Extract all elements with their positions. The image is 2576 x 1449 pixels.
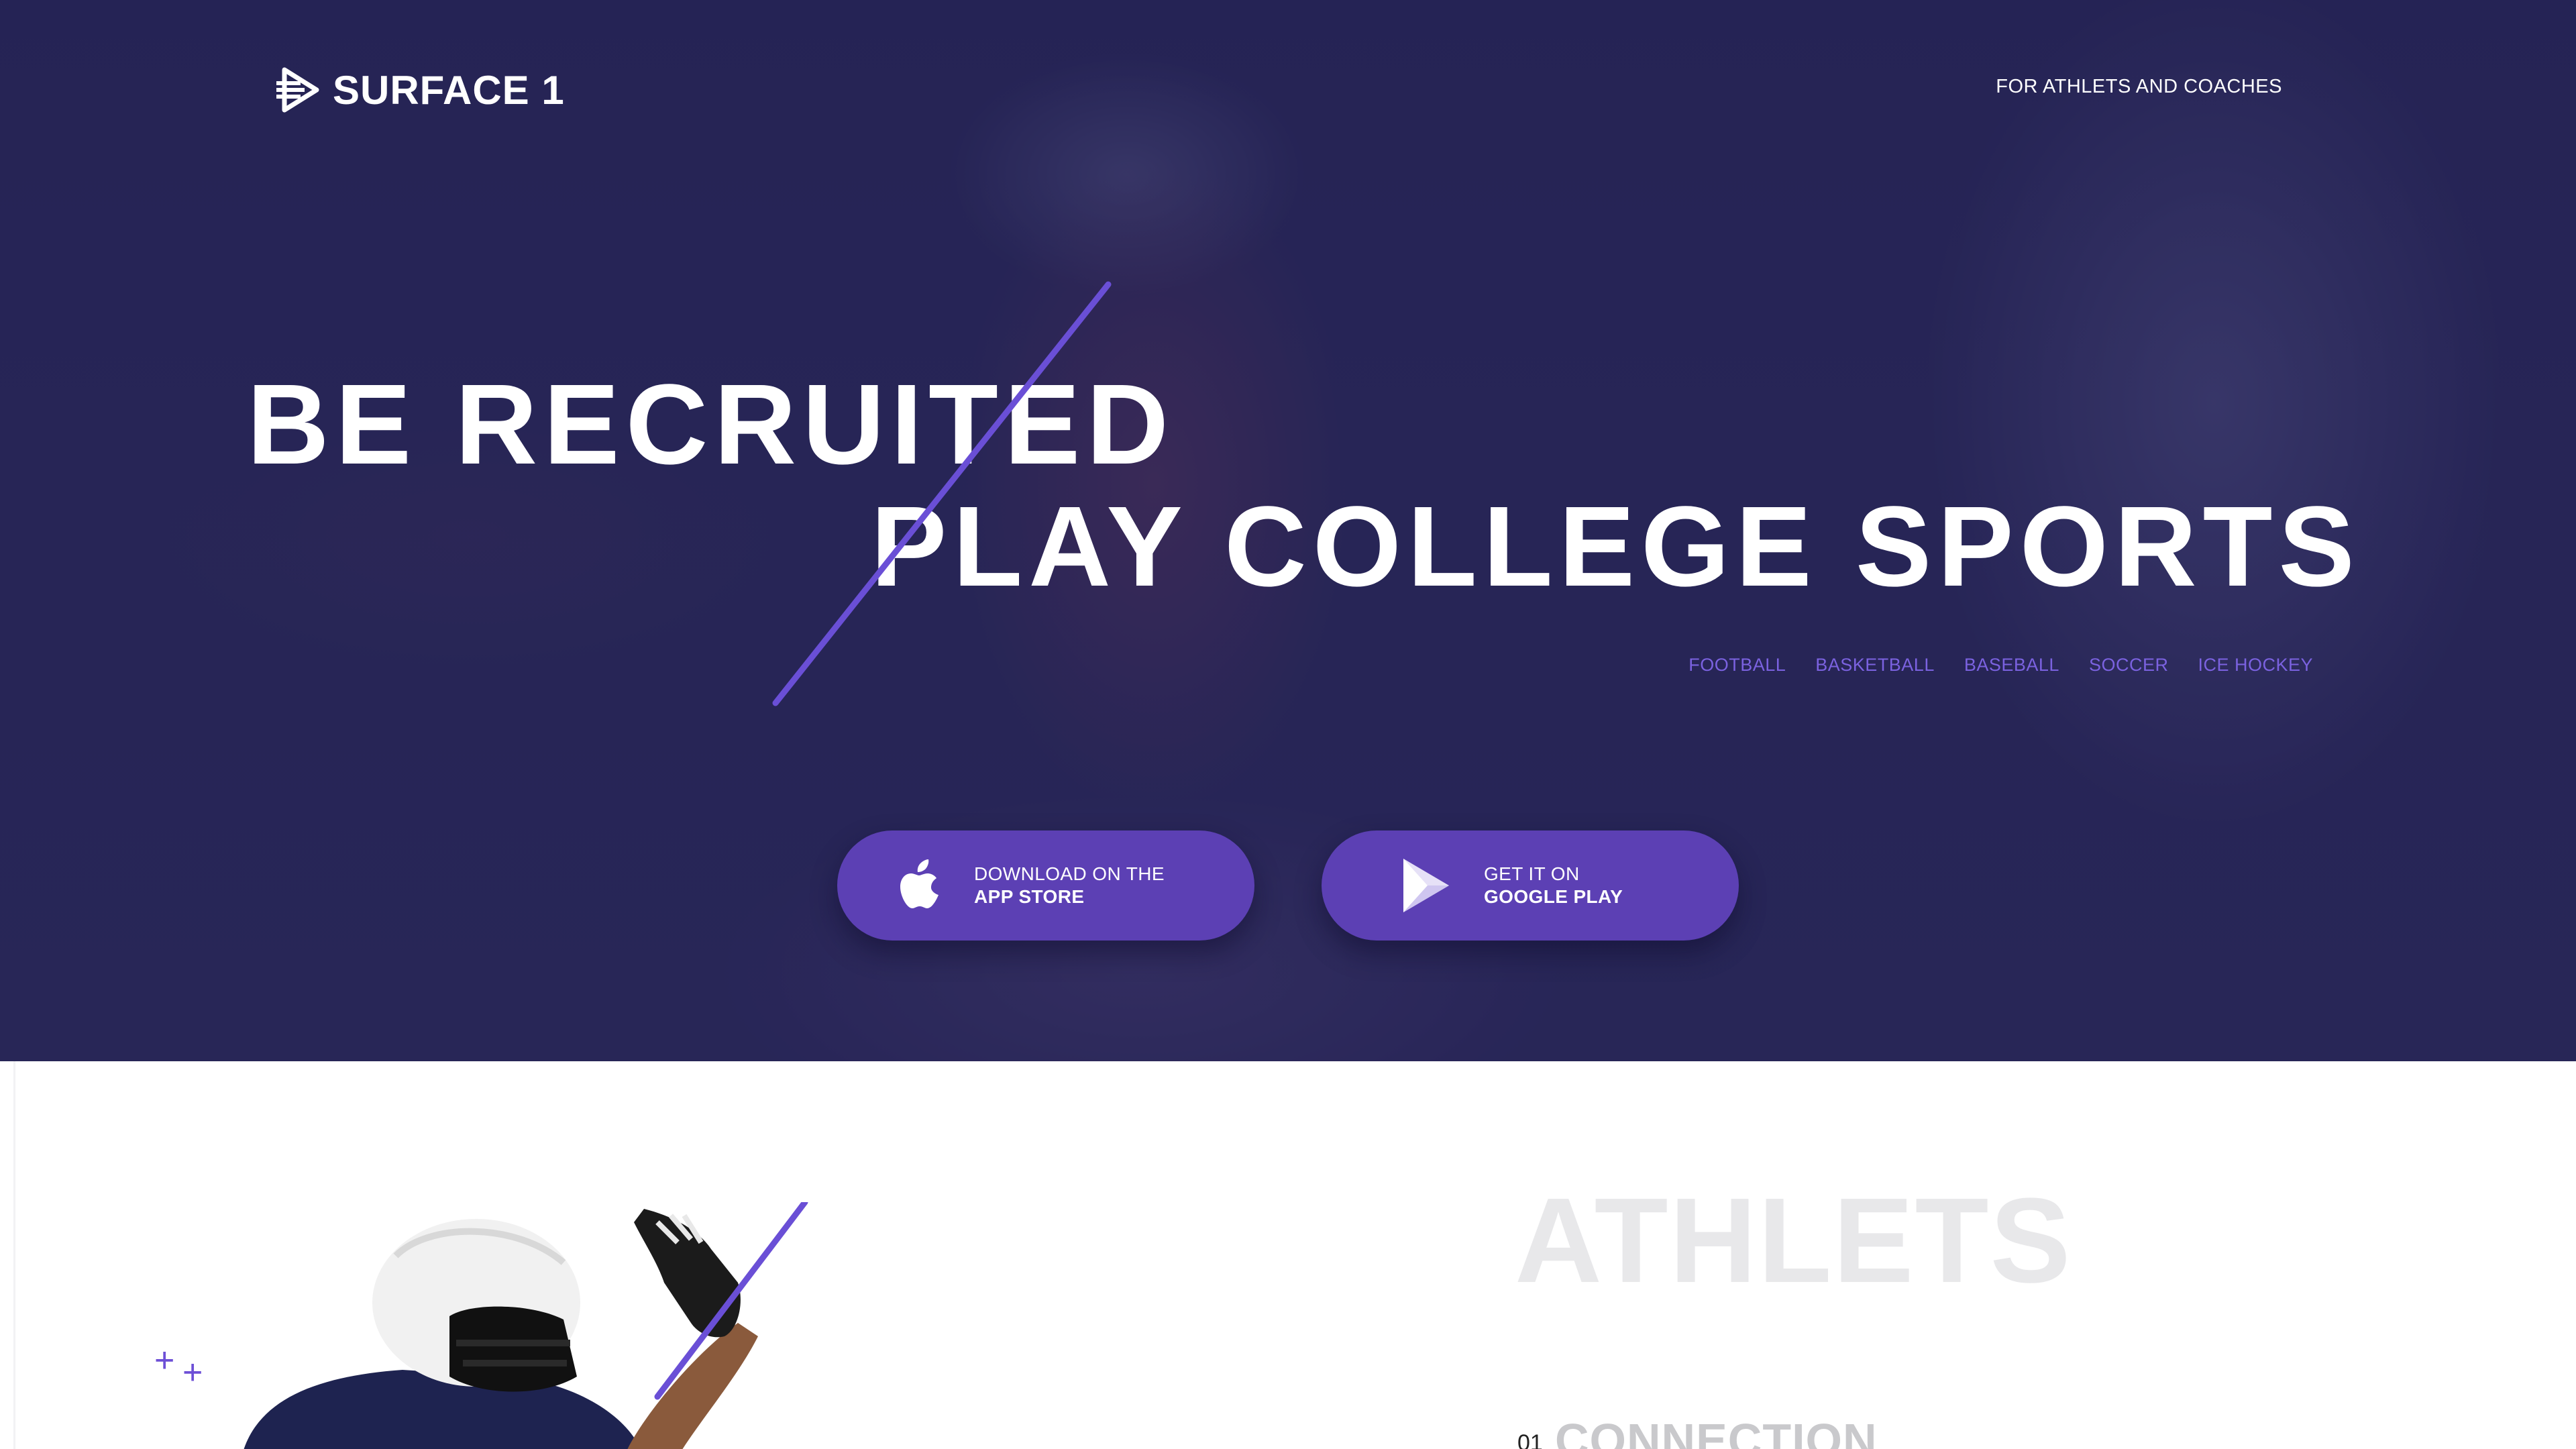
app-store-line-1: DOWNLOAD ON THE bbox=[974, 863, 1165, 884]
plus-icon: + bbox=[182, 1353, 203, 1392]
logo[interactable]: SURFACE 1 bbox=[274, 64, 565, 115]
play-store-icon bbox=[1399, 859, 1453, 912]
sport-link-ice-hockey[interactable]: ICE HOCKEY bbox=[2198, 655, 2313, 676]
google-play-button[interactable]: GET IT ON GOOGLE PLAY bbox=[1322, 830, 1739, 941]
athletes-section: + + ATHLETS 01 CONNECTION bbox=[0, 1061, 2576, 1449]
sports-nav: FOOTBALL BASKETBALL BASEBALL SOCCER ICE … bbox=[1688, 655, 2313, 676]
logo-icon bbox=[276, 67, 319, 113]
section-title: ATHLETS bbox=[1515, 1173, 2072, 1308]
sport-link-soccer[interactable]: SOCCER bbox=[2089, 655, 2169, 676]
feature-title: CONNECTION bbox=[1555, 1414, 1878, 1449]
app-store-line-2: APP STORE bbox=[974, 886, 1085, 907]
apple-icon bbox=[894, 859, 947, 912]
plus-icon: + bbox=[154, 1341, 175, 1380]
football-player-image bbox=[244, 1202, 808, 1449]
sport-link-football[interactable]: FOOTBALL bbox=[1688, 655, 1786, 676]
logo-text: SURFACE 1 bbox=[333, 67, 565, 113]
headline-line-2: PLAY COLLEGE SPORTS bbox=[871, 483, 2361, 610]
left-divider bbox=[13, 1061, 15, 1449]
google-play-line-2: GOOGLE PLAY bbox=[1484, 886, 1623, 907]
feature-number: 01 bbox=[1517, 1430, 1543, 1449]
google-play-button-text: GET IT ON GOOGLE PLAY bbox=[1484, 863, 1623, 908]
for-athletes-and-coaches-link[interactable]: FOR ATHLETS AND COACHES bbox=[1996, 76, 2282, 98]
hero-section: SURFACE 1 FOR ATHLETS AND COACHES BE REC… bbox=[0, 0, 2576, 1061]
sport-link-basketball[interactable]: BASKETBALL bbox=[1815, 655, 1935, 676]
app-store-button-text: DOWNLOAD ON THE APP STORE bbox=[974, 863, 1165, 908]
headline-line-1: BE RECRUITED bbox=[247, 361, 1175, 488]
google-play-line-1: GET IT ON bbox=[1484, 863, 1580, 884]
sport-link-baseball[interactable]: BASEBALL bbox=[1964, 655, 2059, 676]
app-store-button[interactable]: DOWNLOAD ON THE APP STORE bbox=[837, 830, 1254, 941]
